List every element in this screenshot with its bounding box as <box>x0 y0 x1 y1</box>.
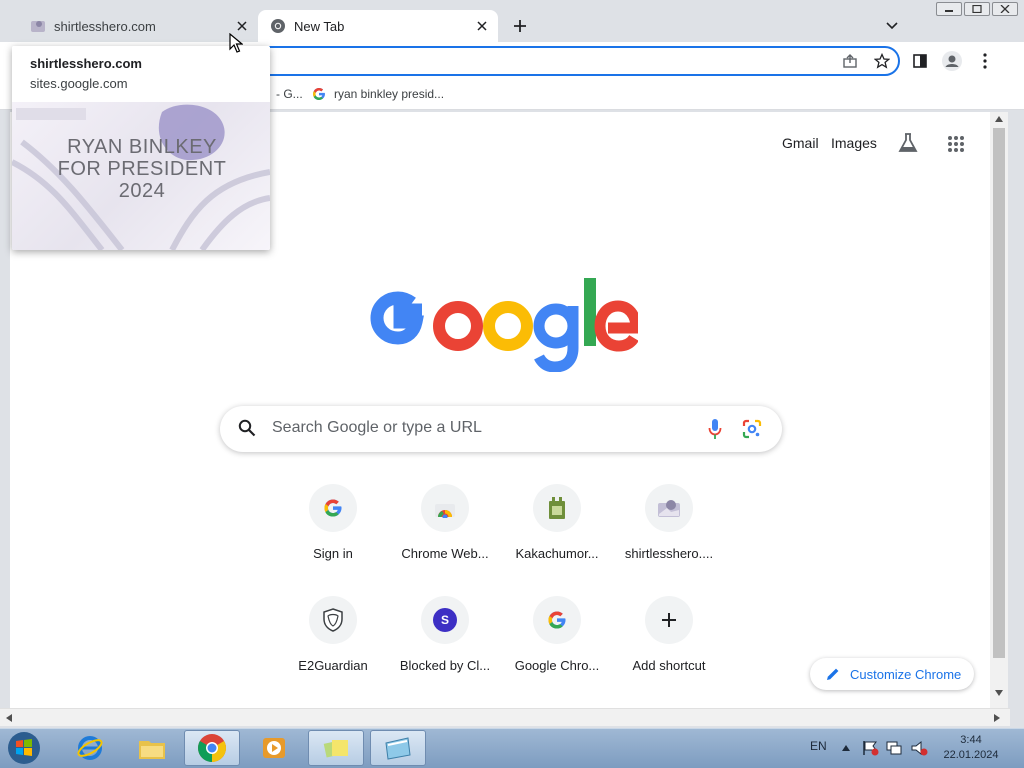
chrome-web-store-icon <box>421 484 469 532</box>
system-clock[interactable]: 3:44 22.01.2024 <box>938 733 1004 763</box>
language-indicator[interactable]: EN <box>810 739 827 753</box>
shortcut-tile[interactable]: Chrome Web... <box>389 478 501 578</box>
e2guardian-icon <box>309 596 357 644</box>
shortcut-tile[interactable]: E2Guardian <box>277 590 389 690</box>
profile-avatar-icon[interactable] <box>940 49 964 73</box>
search-box[interactable] <box>220 406 782 452</box>
tray-expand-icon[interactable] <box>842 745 850 751</box>
tab-hover-card: shirtlesshero.com sites.google.com RYAN … <box>12 46 270 250</box>
taskbar-chrome[interactable] <box>184 730 240 766</box>
action-center-flag-icon[interactable] <box>862 740 880 756</box>
scroll-right-icon <box>994 714 1000 722</box>
google-g-icon <box>309 484 357 532</box>
search-input[interactable] <box>272 419 692 437</box>
letter-s-icon: S <box>421 596 469 644</box>
customize-label: Customize Chrome <box>850 666 962 682</box>
bookmark-item[interactable]: - G... <box>276 84 303 104</box>
hover-card-domain: sites.google.com <box>30 76 128 91</box>
shortcut-label: Kakachumor... <box>515 546 599 561</box>
bookmark-star-icon[interactable] <box>870 49 894 73</box>
shortcut-tile[interactable]: S Blocked by Cl... <box>389 590 501 690</box>
close-tab-icon[interactable] <box>472 16 492 36</box>
minimize-button[interactable] <box>936 2 962 16</box>
shirtlesshero-icon <box>645 484 693 532</box>
hover-card-header: shirtlesshero.com sites.google.com <box>12 46 270 102</box>
windows-logo-icon <box>8 732 40 764</box>
taskbar-sticky-notes[interactable] <box>308 730 364 766</box>
share-icon[interactable] <box>838 49 862 73</box>
folder-icon <box>139 741 165 759</box>
chrome-icon <box>270 18 286 34</box>
start-button[interactable] <box>4 730 44 766</box>
add-shortcut-tile[interactable]: Add shortcut <box>613 590 725 690</box>
tab-title: shirtlesshero.com <box>54 18 156 34</box>
tab-shirtlesshero[interactable]: shirtlesshero.com <box>18 10 258 42</box>
search-icon <box>238 419 256 437</box>
google-logo <box>370 278 638 372</box>
tab-title: New Tab <box>294 18 345 34</box>
close-window-button[interactable] <box>992 2 1018 16</box>
address-bar[interactable] <box>250 46 900 76</box>
chrome-icon <box>198 734 226 762</box>
apps-grid-icon[interactable] <box>944 132 968 156</box>
chevron-down-icon <box>886 22 898 30</box>
scroll-left-icon <box>6 714 12 722</box>
gmail-link[interactable]: Gmail <box>782 135 819 151</box>
window-controls <box>936 2 1018 18</box>
tab-search-button[interactable] <box>880 14 904 38</box>
mouse-cursor-icon <box>229 33 243 53</box>
tab-new-tab[interactable]: New Tab <box>258 10 498 42</box>
scroll-up-icon <box>995 116 1003 122</box>
shortcut-tile[interactable]: Google Chro... <box>501 590 613 690</box>
shirtlesshero-favicon-icon <box>30 18 46 34</box>
horizontal-scrollbar[interactable] <box>0 708 1010 726</box>
shortcut-label: Sign in <box>313 546 353 561</box>
clock-time: 3:44 <box>960 734 982 746</box>
new-tab-button[interactable] <box>508 14 532 38</box>
voice-search-icon[interactable] <box>708 418 722 440</box>
plus-icon <box>514 20 526 32</box>
kakachumor-icon <box>533 484 581 532</box>
maximize-button[interactable] <box>964 2 990 16</box>
bookmark-label: ryan binkley presid... <box>334 87 445 101</box>
taskbar-media-player[interactable] <box>246 730 302 766</box>
media-player-icon <box>263 738 285 758</box>
pencil-icon <box>826 667 840 681</box>
labs-flask-icon[interactable] <box>896 131 920 155</box>
bookmark-label: - G... <box>276 87 303 101</box>
shortcut-tile[interactable]: Sign in <box>277 478 389 578</box>
internet-explorer-icon <box>77 736 103 760</box>
customize-chrome-button[interactable]: Customize Chrome <box>810 658 974 690</box>
letter-avatar: S <box>433 608 457 632</box>
clock-date: 22.01.2024 <box>943 749 999 761</box>
images-link[interactable]: Images <box>831 135 877 151</box>
scrollbar-thumb[interactable] <box>993 128 1005 658</box>
volume-muted-icon[interactable] <box>910 740 928 756</box>
shortcut-label: E2Guardian <box>298 658 368 673</box>
google-g-icon <box>312 87 326 101</box>
shortcut-label: Add shortcut <box>632 658 706 673</box>
shortcut-tile[interactable]: shirtlesshero.... <box>613 478 725 578</box>
side-panel-icon[interactable] <box>908 49 932 73</box>
taskbar-explorer[interactable] <box>124 730 180 766</box>
bookmark-item[interactable]: ryan binkley presid... <box>312 84 444 104</box>
shortcut-label: Blocked by Cl... <box>399 658 491 673</box>
plus-icon <box>645 596 693 644</box>
taskbar-ie[interactable] <box>62 730 118 766</box>
thumbnail-text: RYAN BINLKEY FOR PRESIDENT 2024 <box>57 136 227 202</box>
shortcut-label: Chrome Web... <box>401 546 489 561</box>
taskbar-app[interactable] <box>370 730 426 766</box>
lens-search-icon[interactable] <box>742 419 762 439</box>
shortcut-label: shirtlesshero.... <box>624 546 714 561</box>
network-icon[interactable] <box>885 740 903 756</box>
window-app-icon <box>385 737 411 760</box>
google-g-icon <box>533 596 581 644</box>
more-menu-icon[interactable] <box>973 49 997 73</box>
shortcut-tile[interactable]: Kakachumor... <box>501 478 613 578</box>
hover-card-thumbnail: RYAN BINLKEY FOR PRESIDENT 2024 <box>12 102 270 250</box>
sticky-notes-icon <box>323 740 348 758</box>
hover-card-title: shirtlesshero.com <box>30 56 142 71</box>
shortcut-label: Google Chro... <box>514 658 600 673</box>
scroll-down-icon <box>995 690 1003 696</box>
